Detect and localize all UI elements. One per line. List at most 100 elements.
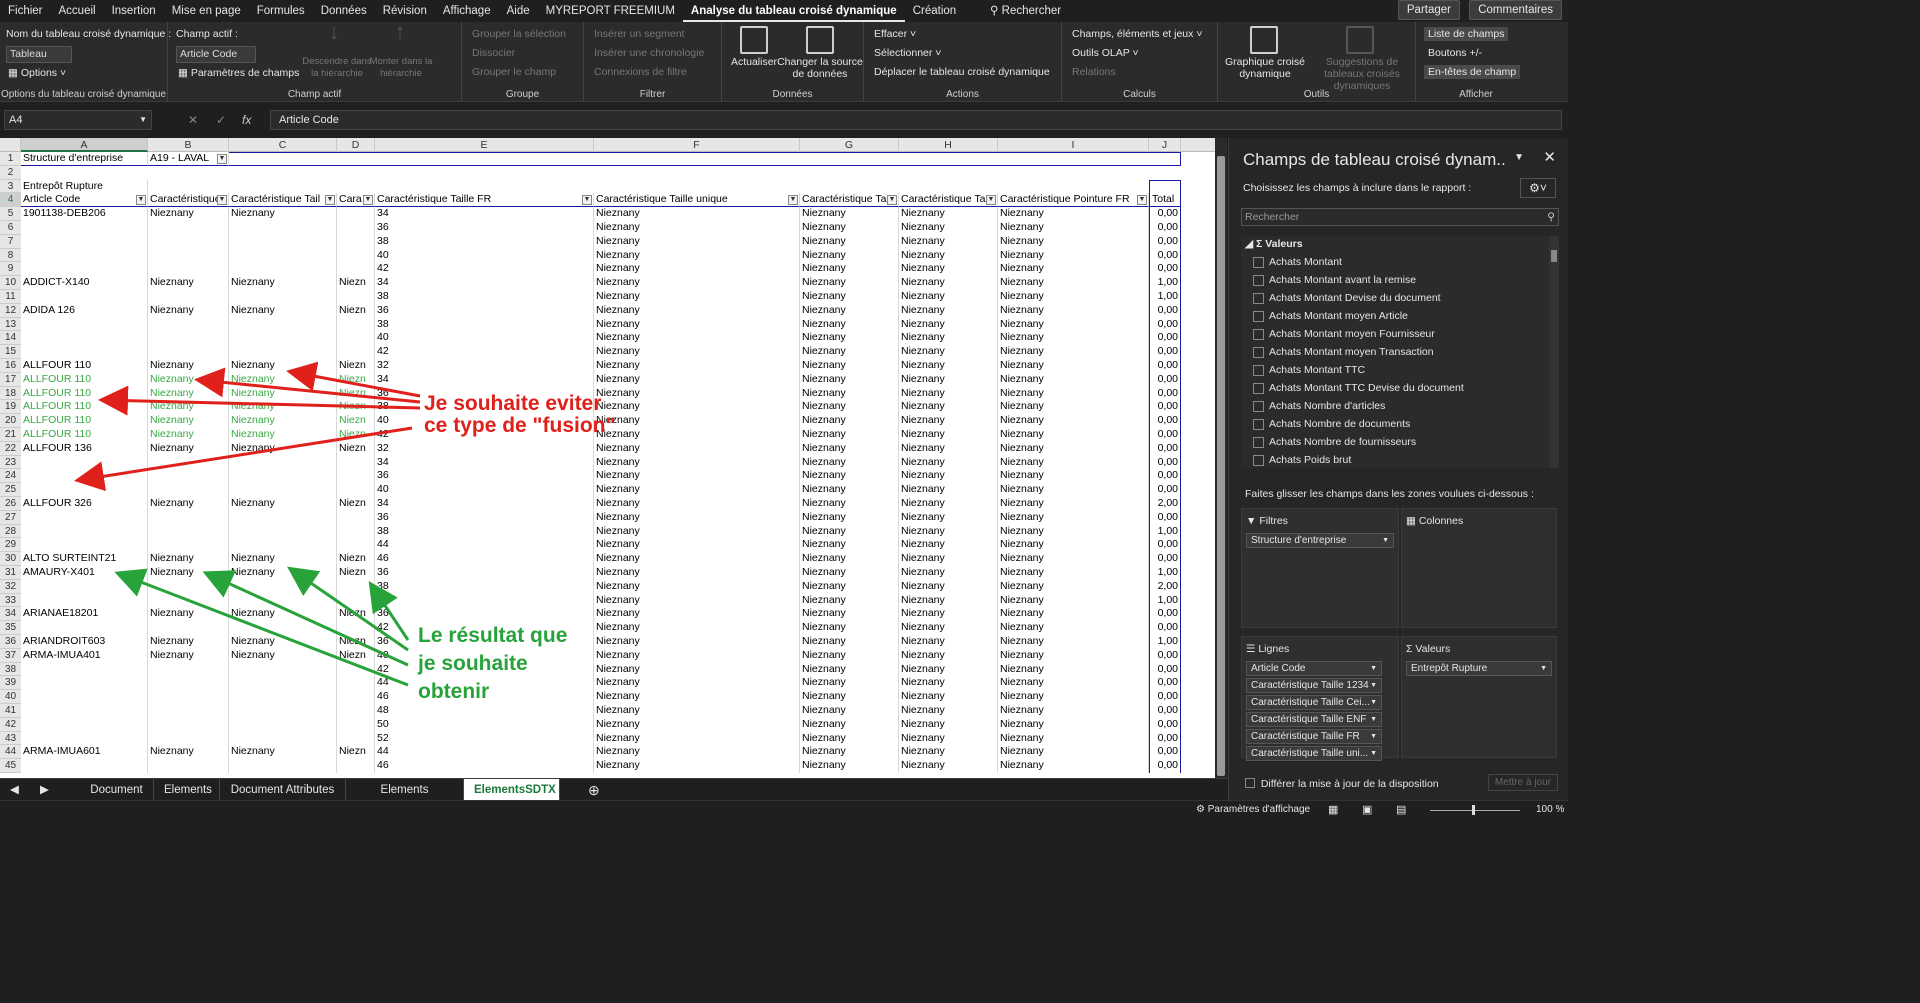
change-source-button[interactable]: Changer la source de données <box>776 56 864 80</box>
cell[interactable] <box>337 234 375 249</box>
row-number[interactable]: 25 <box>0 483 21 497</box>
options-button[interactable]: ▦ Options ˅ <box>8 67 66 79</box>
cell[interactable] <box>337 221 375 235</box>
cell[interactable]: 1,00 <box>1149 524 1181 539</box>
cell[interactable]: Nieznany <box>148 566 229 580</box>
cell[interactable]: Nieznany <box>800 648 899 663</box>
cell[interactable]: 0,00 <box>1149 359 1181 373</box>
cell[interactable]: Nieznany <box>148 400 229 415</box>
field-item[interactable]: Achats Nombre de documents <box>1253 418 1410 430</box>
cell[interactable]: Nieznany <box>998 469 1149 484</box>
cell[interactable]: Nieznany <box>800 303 899 318</box>
cell[interactable]: 40 <box>375 483 594 497</box>
cell[interactable]: 40 <box>375 414 594 428</box>
cell[interactable]: Nieznany <box>899 745 998 760</box>
cell[interactable] <box>337 579 375 594</box>
row-number[interactable]: 42 <box>0 717 21 732</box>
cell[interactable]: Nieznany <box>594 483 800 497</box>
pane-options-chevron-icon[interactable]: ▼ <box>1514 152 1524 163</box>
row-number[interactable]: 41 <box>0 704 21 718</box>
spreadsheet-grid[interactable]: ABCDEFGHIJ 1 Structure d'entreprise A19 - … <box>0 138 1215 778</box>
cell[interactable] <box>337 676 375 691</box>
cell[interactable]: Niezn <box>337 566 375 580</box>
cell[interactable] <box>21 704 148 718</box>
filter-dropdown-icon[interactable]: ▼ <box>363 195 373 206</box>
cell[interactable]: Nieznany <box>899 510 998 525</box>
cell[interactable]: Nieznany <box>998 359 1149 373</box>
select-button[interactable]: Sélectionner ˅ <box>874 47 941 59</box>
cell[interactable]: Nieznany <box>998 662 1149 677</box>
cell[interactable]: Nieznany <box>998 221 1149 235</box>
cell[interactable]: Nieznany <box>998 345 1149 359</box>
cell[interactable]: ALLFOUR 110 <box>21 386 148 401</box>
cell[interactable]: Nieznany <box>800 676 899 691</box>
cell[interactable]: ARIANAE18201 <box>21 607 148 622</box>
row-number[interactable]: 9 <box>0 262 21 277</box>
row-number[interactable]: 7 <box>0 234 21 249</box>
cell[interactable]: Nieznany <box>800 662 899 677</box>
cell[interactable]: Nieznany <box>800 372 899 387</box>
cell[interactable] <box>148 579 229 594</box>
cell[interactable] <box>148 662 229 677</box>
cell[interactable]: 36 <box>375 221 594 235</box>
cell[interactable]: 0,00 <box>1149 538 1181 553</box>
cell[interactable]: Nieznany <box>899 690 998 704</box>
cell[interactable]: Nieznany <box>998 248 1149 263</box>
cell[interactable]: Nieznany <box>800 386 899 401</box>
cell[interactable]: Nieznany <box>899 276 998 290</box>
cell[interactable]: ADDICT-X140 <box>21 276 148 290</box>
cell[interactable]: Niezn <box>337 745 375 760</box>
defer-update-checkbox[interactable]: Différer la mise à jour de la dispositio… <box>1245 778 1439 790</box>
cell[interactable] <box>337 704 375 718</box>
row-number[interactable]: 29 <box>0 538 21 553</box>
cell[interactable]: Nieznany <box>899 566 998 580</box>
cell[interactable]: Nieznany <box>998 676 1149 691</box>
cell[interactable]: Nieznany <box>800 593 899 608</box>
cell[interactable]: Nieznany <box>229 566 337 580</box>
cell[interactable] <box>229 221 337 235</box>
cell[interactable]: Nieznany <box>594 662 800 677</box>
cell[interactable]: Nieznany <box>899 524 998 539</box>
cell[interactable]: Nieznany <box>148 552 229 566</box>
cell[interactable] <box>337 510 375 525</box>
cell[interactable]: Nieznany <box>800 731 899 746</box>
pivot-header-g[interactable]: Caractéristique Ta ▼ <box>800 193 899 208</box>
row-number[interactable]: 12 <box>0 303 21 318</box>
field-list-scrollbar[interactable] <box>1549 236 1559 468</box>
cell[interactable]: Nieznany <box>148 414 229 428</box>
cell[interactable]: Nieznany <box>148 497 229 511</box>
field-pill[interactable]: Caractéristique Taille FR ▼ <box>1246 729 1382 744</box>
cell[interactable]: Nieznany <box>899 731 998 746</box>
cell[interactable]: Nieznany <box>594 731 800 746</box>
cell[interactable] <box>337 662 375 677</box>
menu-formules[interactable]: Formules <box>249 0 313 22</box>
cell[interactable] <box>148 759 229 773</box>
cell[interactable]: Nieznany <box>998 372 1149 387</box>
cell[interactable]: 42 <box>375 621 594 635</box>
row-number[interactable]: 37 <box>0 648 21 663</box>
cell[interactable]: Nieznany <box>800 538 899 553</box>
cell[interactable] <box>229 317 337 332</box>
cell[interactable]: Nieznany <box>998 234 1149 249</box>
cell[interactable]: 0,00 <box>1149 372 1181 387</box>
cell[interactable]: Nieznany <box>594 717 800 732</box>
cell[interactable]: Nieznany <box>899 221 998 235</box>
cell[interactable]: Nieznany <box>229 386 337 401</box>
menu-accueil[interactable]: Accueil <box>51 0 104 22</box>
chevron-down-icon[interactable]: ▼ <box>1540 662 1547 675</box>
cell[interactable]: 0,00 <box>1149 745 1181 760</box>
cell[interactable]: Nieznany <box>998 552 1149 566</box>
vertical-scrollbar[interactable] <box>1215 138 1227 778</box>
filter-dropdown-icon[interactable]: ▼ <box>325 195 335 206</box>
ungroup-button[interactable]: Dissocier <box>472 47 515 59</box>
cell[interactable] <box>337 248 375 263</box>
formula-input[interactable]: Article Code <box>270 110 1562 130</box>
column-header-c[interactable]: C <box>229 138 337 152</box>
cell[interactable] <box>21 345 148 359</box>
cell[interactable]: Nieznany <box>998 759 1149 773</box>
cell[interactable] <box>229 731 337 746</box>
cell[interactable]: Nieznany <box>229 207 337 221</box>
cell[interactable]: 0,00 <box>1149 345 1181 359</box>
cell[interactable]: 36 <box>375 566 594 580</box>
cell[interactable]: Nieznany <box>998 731 1149 746</box>
